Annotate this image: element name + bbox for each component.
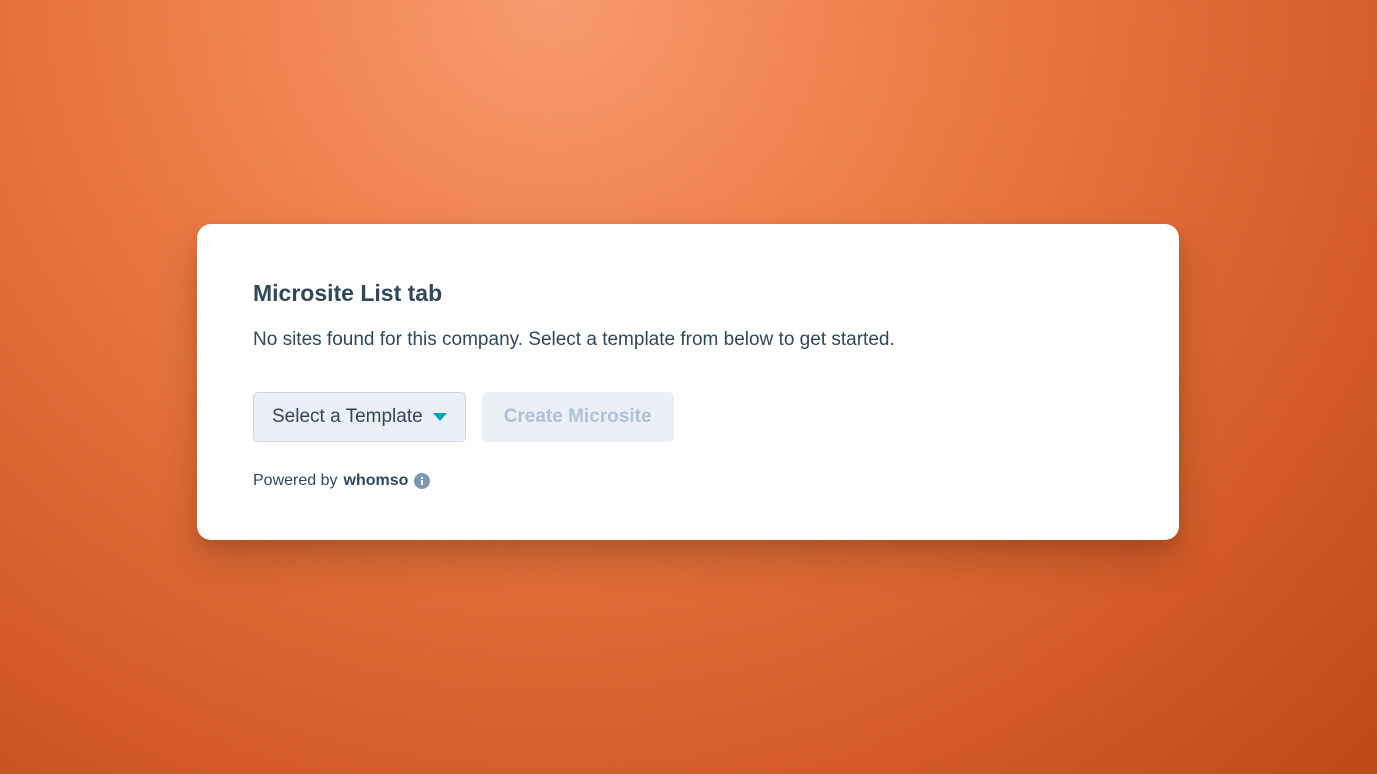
create-microsite-button[interactable]: Create Microsite [482, 392, 674, 442]
powered-by-footer: Powered by whomso [253, 472, 1123, 490]
card-heading: Microsite List tab [253, 280, 1123, 307]
caret-down-icon [433, 413, 447, 421]
select-template-label: Select a Template [272, 406, 423, 428]
create-microsite-label: Create Microsite [504, 406, 652, 428]
info-icon[interactable] [414, 473, 430, 489]
microsite-list-card: Microsite List tab No sites found for th… [197, 224, 1179, 540]
card-description: No sites found for this company. Select … [253, 327, 1123, 354]
select-template-dropdown[interactable]: Select a Template [253, 392, 466, 442]
card-controls: Select a Template Create Microsite [253, 392, 1123, 442]
powered-by-brand: whomso [344, 472, 409, 490]
powered-by-prefix: Powered by [253, 472, 338, 490]
